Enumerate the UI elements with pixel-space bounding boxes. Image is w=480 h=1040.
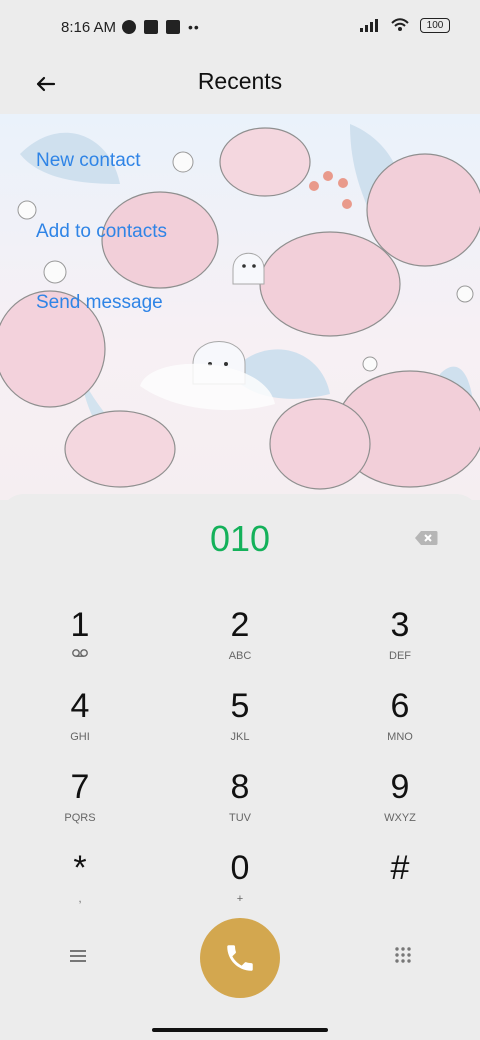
new-contact-link[interactable]: New contact (36, 150, 141, 172)
key-digit: 9 (390, 768, 410, 806)
key-letters: GHI (70, 731, 90, 743)
key-8[interactable]: 8 TUV (165, 768, 315, 838)
key-letters: WXYZ (384, 812, 416, 824)
key-digit: 6 (390, 687, 410, 725)
dialed-number: 010 (209, 518, 271, 559)
key-digit: # (390, 849, 410, 887)
key-digit: 7 (70, 768, 90, 806)
key-5[interactable]: 5 JKL (165, 687, 315, 757)
key-letters: MNO (387, 731, 413, 743)
key-7[interactable]: 7 PQRS (5, 768, 155, 838)
battery-icon: 100 (420, 17, 450, 33)
app-bar: Recents (0, 56, 480, 114)
status-time: 8:16 AM (61, 19, 117, 36)
menu-icon[interactable] (68, 948, 88, 964)
backspace-icon[interactable] (414, 530, 438, 546)
status-icons-left: •• (122, 19, 200, 35)
key-letters: JKL (230, 731, 250, 743)
key-letters: + (236, 893, 244, 905)
key-digit: 4 (70, 687, 90, 725)
key-hash[interactable]: # (325, 849, 475, 919)
wifi-icon (391, 18, 409, 31)
home-indicator[interactable] (152, 1028, 328, 1032)
dialer-bottom-controls (0, 914, 480, 1004)
key-6[interactable]: 6 MNO (325, 687, 475, 757)
key-letters: PQRS (64, 812, 96, 824)
dialpad-icon[interactable] (394, 946, 412, 964)
key-digit: 1 (70, 606, 90, 644)
wallpaper-illustration: New contact Add to contacts Send message (0, 114, 480, 500)
key-digit: * (73, 849, 87, 887)
key-digit: 3 (390, 606, 410, 644)
app-notification-icon (122, 20, 136, 34)
key-digit: 2 (230, 606, 250, 644)
status-bar: 8:16 AM •• 100 (0, 0, 480, 56)
phone-icon (227, 945, 253, 971)
upload-notification-icon (166, 20, 180, 34)
square-notification-icon (144, 20, 158, 34)
key-9[interactable]: 9 WXYZ (325, 768, 475, 838)
key-letters: DEF (389, 650, 411, 662)
key-2[interactable]: 2 ABC (165, 606, 315, 676)
key-letters: TUV (229, 812, 251, 824)
key-0[interactable]: 0 + (165, 849, 315, 919)
dialer-panel: 010 1 2 ABC 3 DEF 4 GHI 5 JKL 6 MNO 7 PQ… (0, 494, 480, 1040)
call-button[interactable] (200, 918, 280, 998)
key-letters: , (78, 893, 82, 905)
key-3[interactable]: 3 DEF (325, 606, 475, 676)
key-1[interactable]: 1 (5, 606, 155, 676)
send-message-link[interactable]: Send message (36, 292, 163, 314)
key-digit: 0 (230, 849, 250, 887)
status-icons-right: 100 (360, 17, 450, 33)
key-digit: 8 (230, 768, 250, 806)
signal-icon (360, 19, 378, 32)
key-star[interactable]: * , (5, 849, 155, 919)
key-letters: ABC (228, 650, 252, 662)
key-digit: 5 (230, 687, 250, 725)
key-4[interactable]: 4 GHI (5, 687, 155, 757)
voicemail-icon (72, 649, 88, 657)
page-title: Recents (197, 68, 283, 94)
more-notifications-icon: •• (188, 19, 200, 35)
add-to-contacts-link[interactable]: Add to contacts (36, 221, 167, 243)
